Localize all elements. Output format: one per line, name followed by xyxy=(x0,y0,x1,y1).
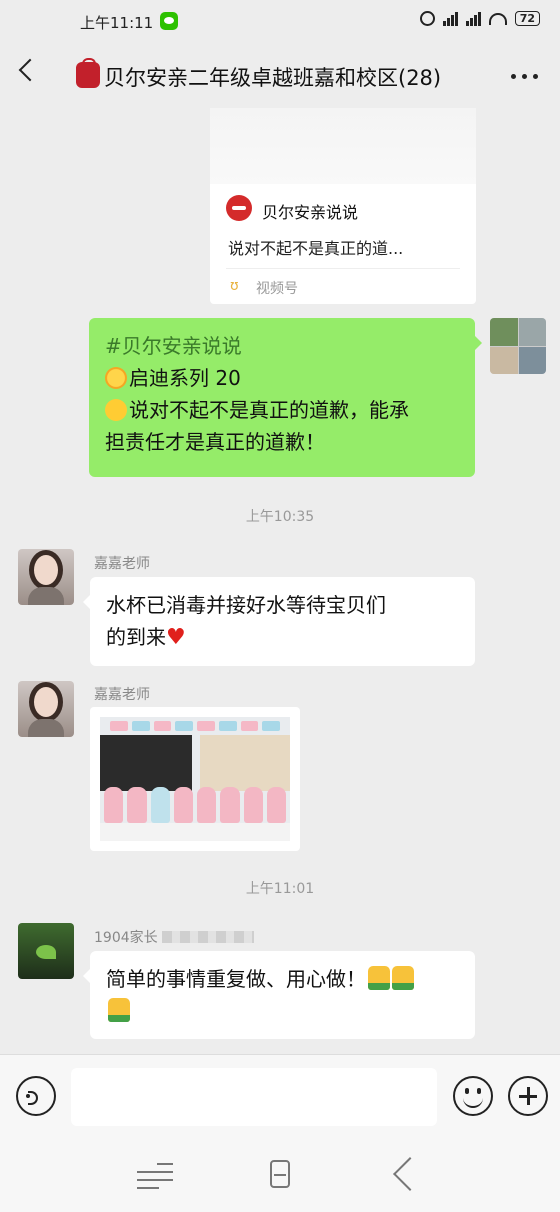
water-cups-photo xyxy=(100,717,290,841)
sun-emoji-icon xyxy=(105,367,127,389)
back-nav-icon[interactable] xyxy=(393,1157,427,1191)
sender-name: 嘉嘉老师 xyxy=(94,687,150,703)
video-account-name: 贝尔安亲说说 xyxy=(262,203,359,222)
video-thumbnail xyxy=(210,108,476,184)
status-bar: 上午11:11 72 xyxy=(0,0,560,44)
schoolbag-icon xyxy=(76,58,100,88)
thumbs-up-emoji-icon xyxy=(368,966,390,990)
wechat-notification-icon xyxy=(160,12,178,30)
signal-icon xyxy=(442,11,458,26)
alarm-icon xyxy=(419,11,435,26)
avatar[interactable] xyxy=(18,549,74,605)
message-line: 启迪系列 20 xyxy=(129,366,241,390)
chat-title: 贝尔安亲二年级卓越班嘉和校区(28) xyxy=(104,66,442,90)
avatar[interactable] xyxy=(18,681,74,737)
message-line: 简单的事情重复做、用心做！ xyxy=(106,967,366,991)
wifi-icon xyxy=(488,12,507,25)
signal-icon-2 xyxy=(465,11,481,26)
account-logo-icon xyxy=(226,195,252,221)
timestamp: 上午10:35 xyxy=(245,509,315,525)
sender-name: 嘉嘉老师 xyxy=(94,556,150,572)
timestamp: 上午11:01 xyxy=(245,881,315,897)
sender-name-text: 1904家长 xyxy=(94,930,158,946)
sender-name: 1904家长 xyxy=(94,927,254,947)
more-options-icon[interactable] xyxy=(511,74,538,79)
channels-icon: ʊ xyxy=(230,278,239,294)
message-hashtag[interactable]: #贝尔安亲说说 xyxy=(105,330,459,362)
thumbs-up-emoji-icon xyxy=(108,998,130,1022)
text-message-bubble[interactable]: 水杯已消毒并接好水等待宝贝们 的到来♥ xyxy=(83,577,475,666)
status-time: 上午11:11 xyxy=(80,14,154,32)
self-avatar[interactable] xyxy=(490,318,546,374)
blurred-name xyxy=(161,931,254,943)
message-line: 说对不起不是真正的道歉，能承 xyxy=(129,398,409,422)
status-icons: 72 xyxy=(419,11,540,26)
divider xyxy=(226,268,460,269)
message-line: 水杯已消毒并接好水等待宝贝们 xyxy=(106,593,386,617)
video-description: 说对不起不是真正的道... xyxy=(228,239,404,258)
system-nav-bar xyxy=(0,1138,560,1212)
menu-nav-icon[interactable] xyxy=(137,1161,173,1189)
video-channel-label: 视频号 xyxy=(256,281,298,297)
message-line: 担责任才是真正的道歉！ xyxy=(105,430,325,454)
thumbs-up-emoji-icon xyxy=(392,966,414,990)
avatar[interactable] xyxy=(18,923,74,979)
face-emoji-icon xyxy=(105,399,127,421)
more-functions-button[interactable] xyxy=(508,1076,548,1116)
home-nav-icon[interactable] xyxy=(270,1160,290,1188)
back-arrow-icon[interactable] xyxy=(18,58,42,82)
message-input[interactable] xyxy=(71,1068,437,1126)
chat-header: 贝尔安亲二年级卓越班嘉和校区(28) xyxy=(0,44,560,106)
message-line: 的到来 xyxy=(106,625,166,649)
chat-area[interactable]: 贝尔安亲说说 说对不起不是真正的道... ʊ 视频号 #贝尔安亲说说 启迪系列 … xyxy=(0,106,560,1054)
voice-input-button[interactable] xyxy=(16,1076,56,1116)
heart-emoji-icon: ♥ xyxy=(166,625,186,650)
emoji-button[interactable] xyxy=(453,1076,493,1116)
image-message[interactable] xyxy=(90,707,300,851)
video-channel-card[interactable]: 贝尔安亲说说 说对不起不是真正的道... ʊ 视频号 xyxy=(210,108,476,304)
text-message-bubble[interactable]: 简单的事情重复做、用心做！ xyxy=(83,951,475,1039)
self-message-bubble[interactable]: #贝尔安亲说说 启迪系列 20 说对不起不是真正的道歉，能承 担责任才是真正的道… xyxy=(89,318,482,477)
battery-icon: 72 xyxy=(514,11,540,26)
input-bar xyxy=(0,1054,560,1138)
